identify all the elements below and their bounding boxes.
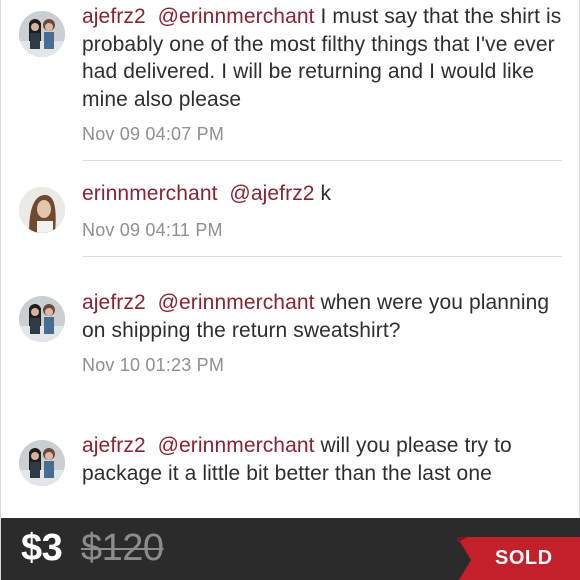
comment-mention[interactable]: @erinnmerchant xyxy=(158,291,315,314)
avatar-two-people-icon[interactable] xyxy=(19,296,65,342)
comment-mention[interactable]: @erinnmerchant xyxy=(158,434,315,457)
avatar-selfie-icon[interactable] xyxy=(19,187,65,233)
comment-text: when were you planning on shipping the r… xyxy=(82,291,550,342)
comment-text: k xyxy=(314,182,332,205)
listing-price: $3 xyxy=(21,527,63,569)
comment-username[interactable]: erinnmerchant xyxy=(82,182,218,205)
comment-body: ajefrz2 @erinnmerchant I must say that t… xyxy=(82,3,562,113)
price-bar: $3 $120 SOLD xyxy=(1,518,580,580)
avatar-two-people-icon[interactable] xyxy=(19,11,65,57)
sold-badge: SOLD xyxy=(457,537,580,580)
comment-body: erinnmerchant @ajefrz2 k xyxy=(82,180,562,208)
comment-timestamp: Nov 09 04:11 PM xyxy=(82,220,223,240)
comment-list: ajefrz2 @erinnmerchant I must say that t… xyxy=(1,0,580,518)
sold-label: SOLD xyxy=(495,547,553,569)
comment-mention[interactable]: @erinnmerchant xyxy=(158,5,315,28)
comment-divider xyxy=(82,160,562,161)
comment-text: I must say that the shirt is probably on… xyxy=(82,5,562,111)
comment-username[interactable]: ajefrz2 xyxy=(82,5,146,28)
avatar-two-people-icon[interactable] xyxy=(19,440,65,486)
comment-body: ajefrz2 @erinnmerchant when were you pla… xyxy=(82,289,562,344)
comment-username[interactable]: ajefrz2 xyxy=(82,434,146,457)
comment-body: ajefrz2 @erinnmerchant will you please t… xyxy=(82,432,562,487)
comment-timestamp: Nov 10 01:23 PM xyxy=(82,355,225,375)
comment-divider xyxy=(82,256,562,257)
comment-timestamp: Nov 09 04:07 PM xyxy=(82,124,225,144)
comment-mention[interactable]: @ajefrz2 xyxy=(229,182,314,205)
comment-username[interactable]: ajefrz2 xyxy=(82,291,146,314)
original-price: $120 xyxy=(81,527,164,569)
